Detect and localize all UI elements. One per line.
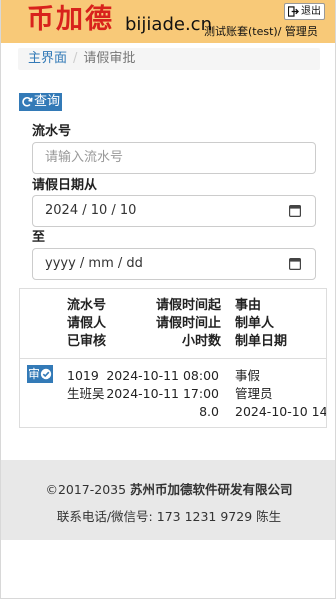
- page-footer: ©2017-2035 苏州币加德软件研发有限公司 联系电话/微信号: 173 1…: [1, 460, 335, 540]
- sign-out-icon: [288, 6, 299, 17]
- logout-label: 退出: [301, 6, 321, 17]
- cell-serial: 1019: [67, 368, 99, 383]
- calendar-icon[interactable]: [289, 204, 301, 217]
- date-to-input[interactable]: yyyy / mm / dd: [32, 248, 316, 280]
- audit-button[interactable]: 审: [27, 365, 53, 383]
- audit-label: 审: [28, 367, 41, 381]
- date-from-label: 请假日期从: [32, 178, 98, 193]
- header-creator: 制单人: [235, 316, 275, 331]
- refresh-icon: [22, 97, 33, 107]
- copyright-text: ©2017-2035: [45, 482, 131, 497]
- header-hours: 小时数: [181, 334, 221, 349]
- date-from-value: 2024 / 10 / 10: [45, 203, 137, 218]
- breadcrumb-home-link[interactable]: 主界面: [28, 51, 67, 66]
- logout-button[interactable]: 退出: [284, 3, 325, 20]
- header-end-time: 请假时间止: [155, 316, 221, 331]
- company-name: 苏州币加德软件研发有限公司: [130, 482, 293, 497]
- cell-end-time: 2024-10-11 17:00: [106, 386, 219, 401]
- date-from-input[interactable]: 2024 / 10 / 10: [32, 195, 316, 227]
- serial-input[interactable]: 请输入流水号: [32, 142, 316, 174]
- query-label: 查询: [34, 94, 61, 109]
- table-header: 流水号 请假人 已审核 请假时间起 请假时间止 小时数 事由 制单人 制单日期: [20, 289, 326, 359]
- top-header: 币加德 bijiade.cn 退出 测试账套(test)/ 管理员: [1, 0, 335, 43]
- footer-copyright: ©2017-2035 苏州币加德软件研发有限公司: [1, 479, 335, 498]
- date-to-placeholder: yyyy / mm / dd: [45, 256, 143, 271]
- footer-contact: 联系电话/微信号: 173 1231 9729 陈生: [56, 509, 282, 524]
- brand-logo: 币加德: [27, 4, 114, 35]
- cell-hours: 8.0: [199, 404, 219, 419]
- cell-reason: 事假: [235, 368, 261, 383]
- calendar-icon[interactable]: [289, 257, 301, 270]
- breadcrumb-current: 请假审批: [83, 51, 136, 66]
- cell-applicant: 生班吴: [67, 386, 105, 401]
- breadcrumb: 主界面 / 请假审批: [18, 48, 320, 70]
- date-to-label: 至: [32, 230, 46, 245]
- header-start-time: 请假时间起: [155, 298, 221, 313]
- header-applicant: 请假人: [67, 316, 107, 331]
- header-audited: 已审核: [67, 334, 107, 349]
- leave-table: 流水号 请假人 已审核 请假时间起 请假时间止 小时数 事由 制单人 制单日期 …: [19, 288, 327, 428]
- app-frame: 币加德 bijiade.cn 退出 测试账套(test)/ 管理员 主界面 / 请假…: [0, 0, 336, 599]
- header-created-date: 制单日期: [235, 334, 288, 349]
- brand-domain: bijiade.cn: [125, 14, 212, 35]
- query-button[interactable]: 查询: [19, 93, 63, 111]
- cell-created-date: 2024-10-10 14:3: [235, 404, 327, 419]
- breadcrumb-separator: /: [73, 51, 78, 66]
- header-reason: 事由: [235, 298, 262, 313]
- cell-creator: 管理员: [235, 386, 273, 401]
- serial-label: 流水号: [32, 124, 72, 139]
- user-info: 测试账套(test)/ 管理员: [204, 25, 318, 38]
- cell-start-time: 2024-10-11 08:00: [106, 368, 219, 383]
- header-serial: 流水号: [67, 298, 107, 313]
- check-circle-icon: [40, 368, 52, 380]
